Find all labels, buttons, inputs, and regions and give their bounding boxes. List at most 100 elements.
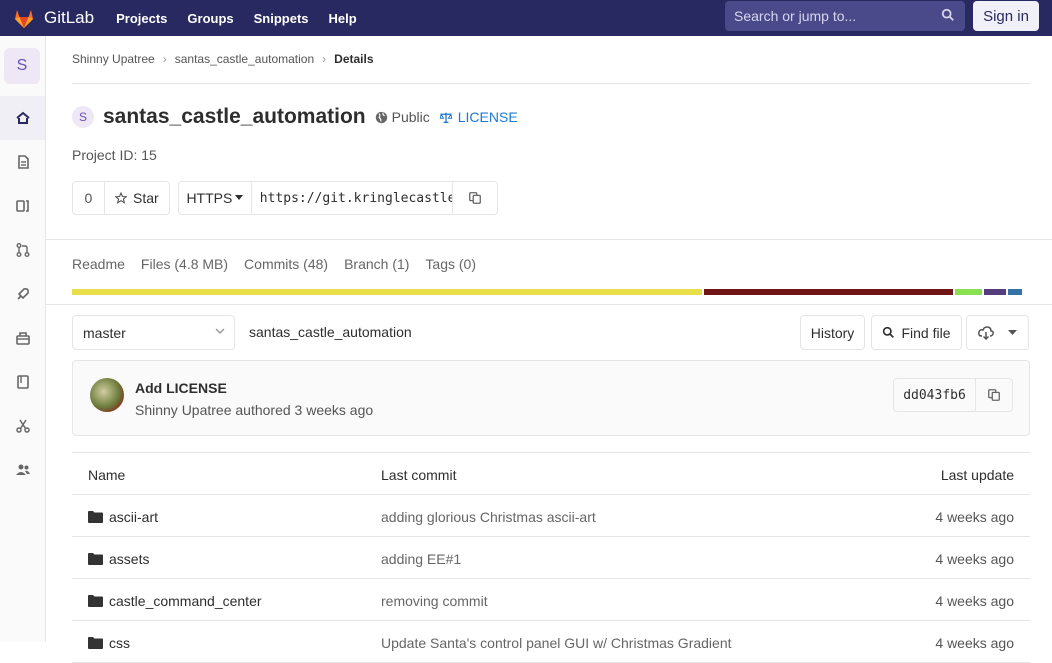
nav-snippets[interactable]: Snippets xyxy=(254,11,309,26)
folder-icon xyxy=(88,553,103,565)
copy-url-button[interactable] xyxy=(453,182,497,214)
gitlab-logo[interactable]: GitLab xyxy=(12,6,94,30)
commit-sha-group: dd043fb6 xyxy=(893,378,1013,412)
chevron-right-icon: › xyxy=(322,52,327,66)
table-row[interactable]: castle_command_center removing commit 4 … xyxy=(72,579,1030,621)
commit-date: 4 weeks ago xyxy=(935,635,1014,651)
page-title: santas_castle_automation xyxy=(103,105,366,128)
rocket-icon xyxy=(16,288,29,300)
avatar[interactable] xyxy=(90,378,124,412)
header-last-update: Last update xyxy=(940,467,1014,483)
sign-in-button[interactable]: Sign in xyxy=(973,1,1039,31)
star-button[interactable]: Star xyxy=(105,182,169,214)
table-row[interactable]: css Update Santa's control panel GUI w/ … xyxy=(72,621,1030,663)
project-sidebar: S xyxy=(0,36,46,642)
nav-help[interactable]: Help xyxy=(329,11,357,26)
repo-path[interactable]: santas_castle_automation xyxy=(249,324,412,340)
commit-title[interactable]: Add LICENSE xyxy=(135,380,227,396)
license-link[interactable]: LICENSE xyxy=(439,109,518,125)
cloud-download-icon xyxy=(978,325,994,340)
stat-branches[interactable]: Branch (1) xyxy=(344,256,409,272)
file-name[interactable]: css xyxy=(88,635,130,651)
breadcrumb-current[interactable]: Details xyxy=(334,52,373,66)
sidebar-item-members[interactable] xyxy=(0,448,45,492)
visibility-badge: Public xyxy=(375,109,430,125)
history-button[interactable]: History xyxy=(800,315,865,350)
file-name[interactable]: ascii-art xyxy=(88,509,158,525)
table-row[interactable]: assets adding EE#1 4 weeks ago xyxy=(72,537,1030,579)
sidebar-item-merge-requests[interactable] xyxy=(0,228,45,272)
commit-message[interactable]: adding EE#1 xyxy=(381,551,461,567)
search-icon xyxy=(883,326,895,338)
brand-name: GitLab xyxy=(44,8,95,27)
branch-select[interactable]: master xyxy=(72,315,235,350)
commit-date: 4 weeks ago xyxy=(935,593,1014,609)
breadcrumb-project[interactable]: santas_castle_automation xyxy=(175,52,314,66)
chevron-down-icon xyxy=(215,328,225,335)
sidebar-item-packages[interactable] xyxy=(0,316,45,360)
commit-message[interactable]: Update Santa's control panel GUI w/ Chri… xyxy=(381,635,732,651)
divider xyxy=(72,83,1030,84)
star-group: 0 Star xyxy=(72,181,170,215)
clone-url-field[interactable]: https://git.kringlecastle.com/Upatree/sa… xyxy=(252,182,454,214)
nav-projects[interactable]: Projects xyxy=(116,11,167,26)
stat-readme[interactable]: Readme xyxy=(72,256,125,272)
file-name-label: castle_command_center xyxy=(109,593,262,609)
sidebar-item-repository[interactable] xyxy=(0,140,45,184)
license-label: LICENSE xyxy=(457,109,518,125)
breadcrumb-owner[interactable]: Shinny Upatree xyxy=(72,52,155,66)
stat-commits[interactable]: Commits (48) xyxy=(244,256,328,272)
table-row[interactable]: ascii-art adding glorious Christmas asci… xyxy=(72,495,1030,537)
commit-message[interactable]: adding glorious Christmas ascii-art xyxy=(381,509,596,525)
branch-name: master xyxy=(83,324,126,341)
protocol-dropdown[interactable]: HTTPS xyxy=(179,182,252,214)
file-icon xyxy=(17,155,29,169)
find-file-label: Find file xyxy=(901,324,951,341)
caret-down-icon xyxy=(235,195,244,200)
file-name-label: css xyxy=(109,635,130,651)
language-segment[interactable] xyxy=(72,289,702,295)
star-count[interactable]: 0 xyxy=(73,182,105,214)
caret-down-icon xyxy=(1008,329,1017,335)
search-input[interactable]: Search or jump to... xyxy=(725,1,965,31)
main-content: Shinny Upatree › santas_castle_automatio… xyxy=(46,36,1052,663)
copy-sha-button[interactable] xyxy=(976,379,1012,411)
protocol-label: HTTPS xyxy=(186,190,233,206)
sidebar-item-issues[interactable] xyxy=(0,184,45,228)
main-nav-links: Projects Groups Snippets Help xyxy=(116,11,377,26)
project-id: Project ID: 15 xyxy=(72,147,157,163)
project-stats: Readme Files (4.8 MB) Commits (48) Branc… xyxy=(72,256,492,272)
scale-icon xyxy=(439,112,453,123)
commit-sha[interactable]: dd043fb6 xyxy=(894,379,976,411)
sidebar-item-wiki[interactable] xyxy=(0,360,45,404)
find-file-button[interactable]: Find file xyxy=(871,315,962,350)
download-dropdown[interactable] xyxy=(966,315,1029,350)
last-commit-panel: Add LICENSE Shinny Upatree authored 3 we… xyxy=(72,360,1030,436)
folder-icon xyxy=(88,637,103,649)
commit-message[interactable]: removing commit xyxy=(381,593,488,609)
divider xyxy=(46,239,1052,240)
file-name[interactable]: castle_command_center xyxy=(88,593,262,609)
language-segment[interactable] xyxy=(704,289,953,295)
sidebar-item-ci-cd[interactable] xyxy=(0,272,45,316)
members-icon xyxy=(15,464,30,475)
stat-tags[interactable]: Tags (0) xyxy=(425,256,476,272)
visibility-label: Public xyxy=(391,109,430,125)
search-icon xyxy=(941,8,954,21)
language-segment[interactable] xyxy=(1008,289,1022,295)
language-segment[interactable] xyxy=(955,289,982,295)
stat-files[interactable]: Files (4.8 MB) xyxy=(141,256,228,272)
header-name: Name xyxy=(88,467,126,483)
commit-date: 4 weeks ago xyxy=(935,551,1014,567)
sidebar-item-snippets[interactable] xyxy=(0,404,45,448)
language-segment[interactable] xyxy=(984,289,1006,295)
file-name[interactable]: assets xyxy=(88,551,149,567)
folder-icon xyxy=(88,511,103,523)
project-avatar[interactable]: S xyxy=(4,48,40,84)
wiki-icon xyxy=(16,375,29,389)
commit-author-line: Shinny Upatree authored 3 weeks ago xyxy=(135,402,374,418)
chevron-right-icon: › xyxy=(162,52,167,66)
nav-groups[interactable]: Groups xyxy=(187,11,233,26)
snippet-icon xyxy=(15,419,30,433)
sidebar-item-home[interactable] xyxy=(0,96,45,140)
